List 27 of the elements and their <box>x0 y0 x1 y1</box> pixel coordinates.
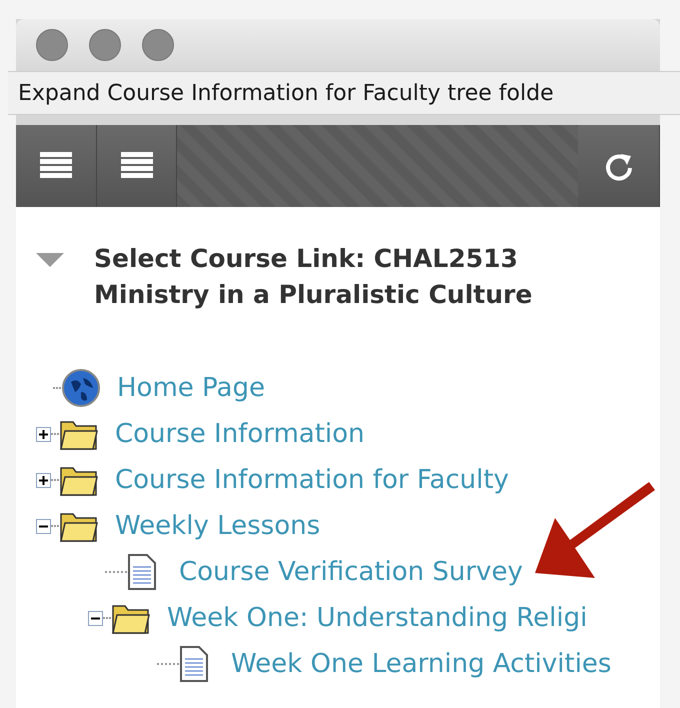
menu-button[interactable] <box>16 125 97 207</box>
expander-toggle[interactable] <box>88 610 103 626</box>
tree-link[interactable]: Course Verification Survey <box>179 557 523 587</box>
tree-link[interactable]: Week One Learning Activities <box>231 649 612 679</box>
tree-link[interactable]: Course Information for Faculty <box>115 465 509 495</box>
menu-button[interactable] <box>97 125 177 207</box>
plus-icon <box>39 430 48 438</box>
expander-toggle[interactable] <box>36 426 51 442</box>
panel-title: Select Course Link: CHAL2513 Ministry in a Pluralistic Culture <box>94 243 534 311</box>
document-icon <box>127 553 157 591</box>
zoom-window-button[interactable] <box>142 29 174 61</box>
expander-toggle[interactable] <box>36 518 51 534</box>
tree-link[interactable]: Home Page <box>117 373 265 403</box>
expander-toggle[interactable] <box>36 472 51 488</box>
tree-link[interactable]: Weekly Lessons <box>115 511 320 541</box>
list-icon <box>120 152 152 180</box>
list-icon <box>40 152 72 180</box>
globe-icon <box>61 368 101 408</box>
tree-link[interactable]: Week One: Understanding Religi <box>167 603 588 633</box>
document-icon <box>179 645 209 683</box>
plus-icon <box>39 476 48 484</box>
collapse-triangle-icon[interactable] <box>36 253 64 269</box>
tree-link[interactable]: Course Information <box>115 419 365 449</box>
close-window-button[interactable] <box>36 29 68 61</box>
refresh-button[interactable] <box>578 125 660 207</box>
tooltip-text: Expand Course Information for Faculty tree folde <box>8 71 680 115</box>
minimize-window-button[interactable] <box>89 29 121 61</box>
